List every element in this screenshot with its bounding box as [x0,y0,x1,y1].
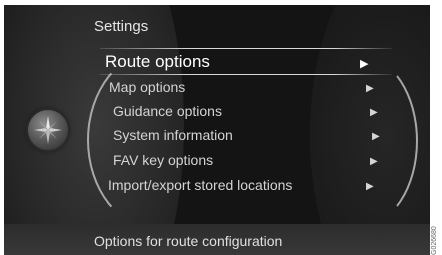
page-title: Settings [94,18,149,35]
chevron-right-icon[interactable]: ▶ [366,83,374,94]
chevron-right-icon[interactable]: ▶ [372,131,380,142]
chevron-right-icon[interactable]: ▶ [370,107,378,118]
selection-bottom-divider [100,74,392,75]
compass-icon [28,110,68,150]
menu-item-fav-key-options[interactable]: FAV key options [113,152,213,168]
chevron-right-icon[interactable]: ▶ [360,57,368,70]
menu-item-map-options[interactable]: Map options [109,79,185,95]
settings-screen: Settings Route options ▶ Map options ▶ G… [4,5,430,255]
compass-rose [34,116,62,144]
chevron-right-icon[interactable]: ▶ [366,181,374,192]
menu-right-arc [304,55,418,227]
menu-item-import-export-locations[interactable]: Import/export stored locations [108,177,292,193]
menu-item-system-information[interactable]: System information [113,127,233,143]
menu-item-guidance-options[interactable]: Guidance options [113,103,222,119]
chevron-right-icon[interactable]: ▶ [370,156,378,167]
image-code-watermark: G026680 [431,226,438,255]
footer-description: Options for route configuration [94,233,283,249]
menu-item-route-options[interactable]: Route options [105,52,210,72]
selection-top-divider [100,48,392,49]
